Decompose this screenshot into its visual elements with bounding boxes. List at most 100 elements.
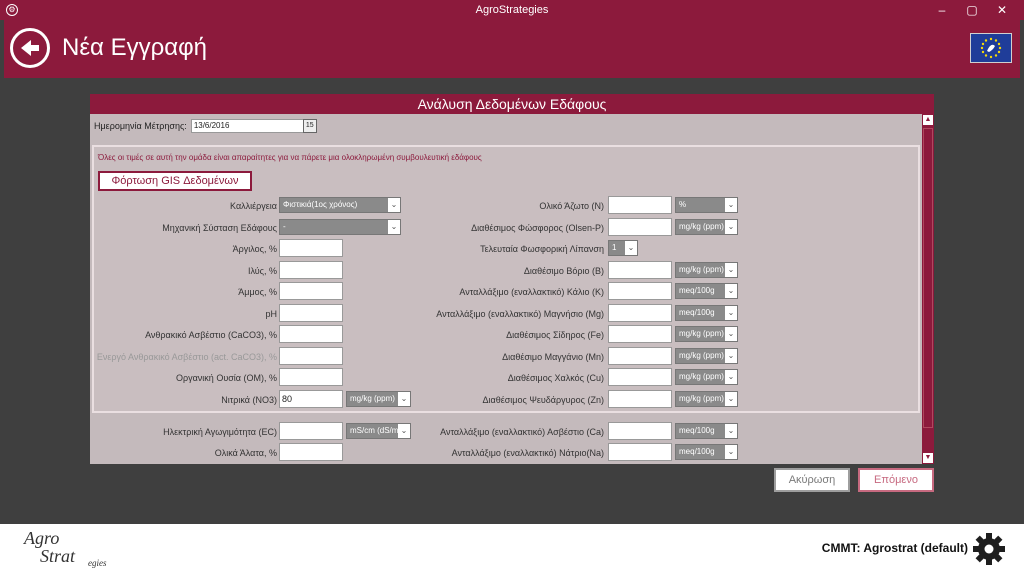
magnesium-unit-select[interactable]: meq/100g ⌄ xyxy=(675,305,738,321)
manganese-label: Διαθέσιμο Μαγγάνιο (Mn) xyxy=(502,352,604,362)
zinc-input[interactable] xyxy=(608,390,672,408)
calcium-unit-value: meq/100g xyxy=(679,426,715,435)
active-caco3-label: Ενεργό Ανθρακικό Ασβέστιο (act. CaCO3), … xyxy=(96,352,277,362)
minimize-icon[interactable]: – xyxy=(928,0,956,20)
soil-texture-value: - xyxy=(283,222,286,231)
boron-unit-select[interactable]: mg/kg (ppm) ⌄ xyxy=(675,262,738,278)
phosphorus-input[interactable] xyxy=(608,218,672,236)
phosphorus-label: Διαθέσιμος Φώσφορος (Olsen-P) xyxy=(471,223,604,233)
calcium-input[interactable] xyxy=(608,422,672,440)
magnesium-input[interactable] xyxy=(608,304,672,322)
copper-unit-value: mg/kg (ppm) xyxy=(679,372,724,381)
chevron-down-icon: ⌄ xyxy=(725,198,737,212)
potassium-input[interactable] xyxy=(608,282,672,300)
sodium-unit-select[interactable]: meq/100g ⌄ xyxy=(675,444,738,460)
sodium-input[interactable] xyxy=(608,443,672,461)
iron-input[interactable] xyxy=(608,325,672,343)
potassium-unit-value: meq/100g xyxy=(679,286,715,295)
total-nitrogen-label: Ολικό Άζωτο (N) xyxy=(539,201,604,211)
zinc-label: Διαθέσιμος Ψευδάργυρος (Zn) xyxy=(482,395,604,405)
total-nitrogen-input[interactable] xyxy=(608,196,672,214)
sodium-label: Ανταλλάξιμο (εναλλακτικό) Νάτριο(Na) xyxy=(451,448,604,458)
status-bar: Agro Strat egies CMMT: Agrostrat (defaul… xyxy=(0,524,1024,576)
gear-icon[interactable] xyxy=(972,532,1006,566)
nitrates-label: Νιτρικά (NO3) xyxy=(221,395,277,405)
calcium-unit-select[interactable]: meq/100g ⌄ xyxy=(675,423,738,439)
back-button[interactable] xyxy=(10,28,50,68)
silt-input[interactable] xyxy=(279,261,343,279)
caco3-input[interactable] xyxy=(279,325,343,343)
phosphorus-unit-value: mg/kg (ppm) xyxy=(679,222,724,231)
manganese-unit-value: mg/kg (ppm) xyxy=(679,351,724,360)
ec-input[interactable] xyxy=(279,422,343,440)
soil-texture-label: Μηχανική Σύσταση Εδάφους xyxy=(162,223,277,233)
calendar-icon[interactable]: 15 xyxy=(302,119,317,133)
organic-matter-input[interactable] xyxy=(279,368,343,386)
app-header: Νέα Εγγραφή xyxy=(4,20,1020,78)
measurement-date-input[interactable]: 13/6/2016 15 xyxy=(190,119,317,133)
iron-unit-select[interactable]: mg/kg (ppm) ⌄ xyxy=(675,326,738,342)
phosphorus-unit-select[interactable]: mg/kg (ppm) ⌄ xyxy=(675,219,738,235)
scroll-down-icon[interactable]: ▼ xyxy=(923,453,933,463)
chevron-down-icon: ⌄ xyxy=(725,392,737,406)
copper-label: Διαθέσιμος Χαλκός (Cu) xyxy=(507,373,604,383)
scrollbar-thumb[interactable] xyxy=(923,128,933,428)
panel-title: Ανάλυση Δεδομένων Εδάφους xyxy=(90,94,934,114)
copper-input[interactable] xyxy=(608,368,672,386)
chevron-down-icon: ⌄ xyxy=(725,284,737,298)
ph-input[interactable] xyxy=(279,304,343,322)
boron-input[interactable] xyxy=(608,261,672,279)
total-nitrogen-unit-value: % xyxy=(679,200,687,209)
close-icon[interactable]: ✕ xyxy=(988,0,1016,20)
last-phosphorus-label: Τελευταία Φωσφορική Λίπανση xyxy=(480,244,604,254)
manganese-unit-select[interactable]: mg/kg (ppm) ⌄ xyxy=(675,348,738,364)
chevron-down-icon: ⌄ xyxy=(388,220,400,234)
sand-input[interactable] xyxy=(279,282,343,300)
scroll-up-icon[interactable]: ▲ xyxy=(923,115,933,125)
crop-select[interactable]: Φιστικιά(1ος χρόνος) ⌄ xyxy=(279,197,401,213)
iron-unit-value: mg/kg (ppm) xyxy=(679,329,724,338)
ec-unit-select[interactable]: mS/cm (dS/m) ⌄ xyxy=(346,423,411,439)
nitrates-unit-value: mg/kg (ppm) xyxy=(350,394,395,403)
cancel-button[interactable]: Ακύρωση xyxy=(774,468,850,492)
ec-unit-value: mS/cm (dS/m) xyxy=(350,426,402,435)
chevron-down-icon: ⌄ xyxy=(725,327,737,341)
crop-label: Καλλιέργεια xyxy=(230,201,277,211)
nitrates-input[interactable]: 80 xyxy=(279,390,343,408)
active-caco3-input[interactable] xyxy=(279,347,343,365)
copper-unit-select[interactable]: mg/kg (ppm) ⌄ xyxy=(675,369,738,385)
vertical-scrollbar[interactable]: ▲ ▼ xyxy=(922,114,934,464)
total-nitrogen-unit-select[interactable]: % ⌄ xyxy=(675,197,738,213)
nitrates-unit-select[interactable]: mg/kg (ppm) ⌄ xyxy=(346,391,411,407)
measurement-date-label: Ημερομηνία Μέτρησης: xyxy=(94,121,187,131)
soil-texture-select[interactable]: - ⌄ xyxy=(279,219,401,235)
chevron-down-icon: ⌄ xyxy=(725,306,737,320)
potassium-label: Ανταλλάξιμο (εναλλακτικό) Κάλιο (K) xyxy=(459,287,604,297)
silt-label: Ιλύς, % xyxy=(247,266,277,276)
chevron-down-icon: ⌄ xyxy=(725,220,737,234)
crop-value: Φιστικιά(1ος χρόνος) xyxy=(283,200,358,209)
organic-matter-label: Οργανική Ουσία (OM), % xyxy=(175,373,277,383)
magnesium-label: Ανταλλάξιμο (εναλλακτικό) Μαγνήσιο (Mg) xyxy=(436,309,604,319)
user-profile-label: CMMT: Agrostrat (default) xyxy=(821,541,968,555)
page-title: Νέα Εγγραφή xyxy=(62,34,208,61)
measurement-date-value: 13/6/2016 xyxy=(193,121,230,130)
chevron-down-icon: ⌄ xyxy=(725,349,737,363)
total-salts-label: Ολικά Άλατα, % xyxy=(214,448,277,458)
boron-unit-value: mg/kg (ppm) xyxy=(679,265,724,274)
measurement-date-row: Ημερομηνία Μέτρησης: 13/6/2016 15 xyxy=(94,119,317,133)
manganese-input[interactable] xyxy=(608,347,672,365)
last-phosphorus-select[interactable]: 1 ⌄ xyxy=(608,240,638,256)
clay-input[interactable] xyxy=(279,239,343,257)
total-salts-input[interactable] xyxy=(279,443,343,461)
maximize-icon[interactable]: ▢ xyxy=(958,0,986,20)
magnesium-unit-value: meq/100g xyxy=(679,308,715,317)
load-gis-button[interactable]: Φόρτωση GIS Δεδομένων xyxy=(98,171,252,191)
potassium-unit-select[interactable]: meq/100g ⌄ xyxy=(675,283,738,299)
iron-label: Διαθέσιμος Σίδηρος (Fe) xyxy=(506,330,604,340)
next-button[interactable]: Επόμενο xyxy=(858,468,934,492)
caco3-label: Ανθρακικό Ασβέστιο (CaCO3), % xyxy=(145,330,277,340)
chevron-down-icon: ⌄ xyxy=(725,370,737,384)
zinc-unit-select[interactable]: mg/kg (ppm) ⌄ xyxy=(675,391,738,407)
logo-line3: egies xyxy=(88,558,107,568)
